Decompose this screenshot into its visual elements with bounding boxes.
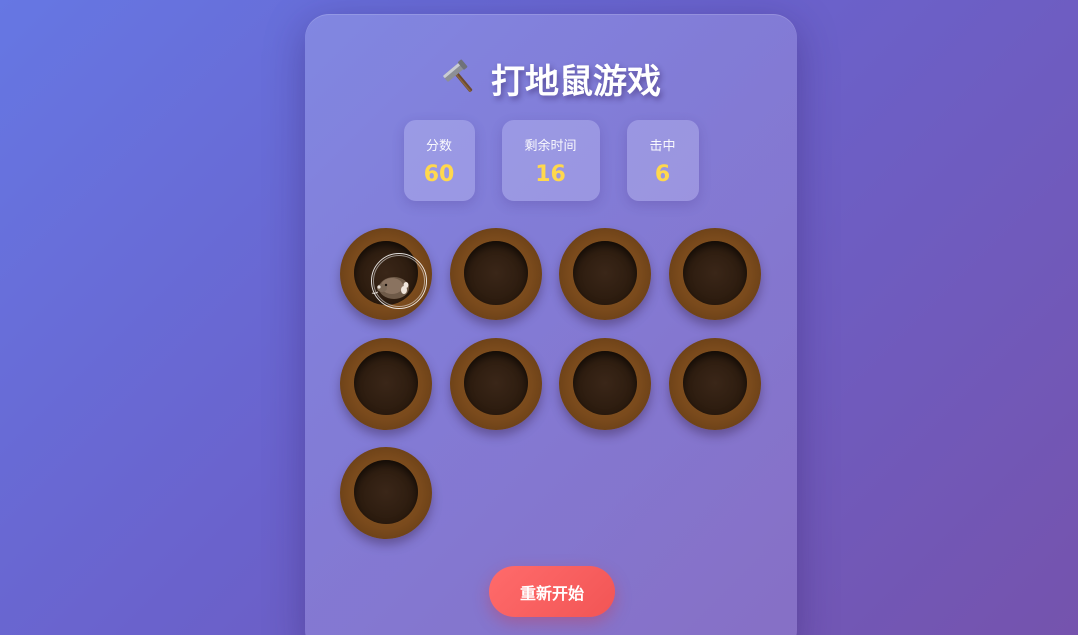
hole-6[interactable] <box>449 337 542 430</box>
stats-bar: 分数 60 剩余时间 16 击中 6 <box>305 120 797 201</box>
hole-1[interactable] <box>340 228 432 320</box>
hole-pit <box>354 460 418 524</box>
hole-pit <box>354 350 418 415</box>
time-label: 剩余时间 <box>524 138 577 154</box>
hole-9[interactable] <box>340 447 432 539</box>
hole-pit <box>463 241 528 305</box>
hole-pit <box>573 241 637 305</box>
score-card: 分数 60 <box>403 120 475 201</box>
hole-3[interactable] <box>559 228 651 320</box>
game-card: 打地鼠游戏 分数 60 剩余时间 16 击中 6 重新开始 <box>305 14 797 635</box>
hole-pit <box>682 350 747 415</box>
time-card: 剩余时间 16 <box>501 120 600 201</box>
hole-8[interactable] <box>668 337 761 430</box>
hits-value: 6 <box>654 161 671 187</box>
time-value: 16 <box>535 161 566 187</box>
hole-grid <box>340 228 761 539</box>
game-title: 打地鼠游戏 <box>305 54 797 103</box>
hits-label: 击中 <box>649 138 676 154</box>
restart-button[interactable]: 重新开始 <box>489 566 615 617</box>
hammer-icon <box>441 59 481 99</box>
hole-5[interactable] <box>340 337 432 430</box>
hits-card: 击中 6 <box>626 120 699 201</box>
hole-4[interactable] <box>668 228 761 320</box>
hole-pit <box>682 241 747 305</box>
score-value: 60 <box>423 161 455 187</box>
hole-2[interactable] <box>449 228 542 320</box>
hit-ring-inner <box>373 255 425 307</box>
hole-pit <box>463 350 528 415</box>
score-label: 分数 <box>425 138 452 154</box>
hole-7[interactable] <box>559 337 651 430</box>
hole-pit <box>573 350 637 415</box>
title-text: 打地鼠游戏 <box>491 62 661 102</box>
